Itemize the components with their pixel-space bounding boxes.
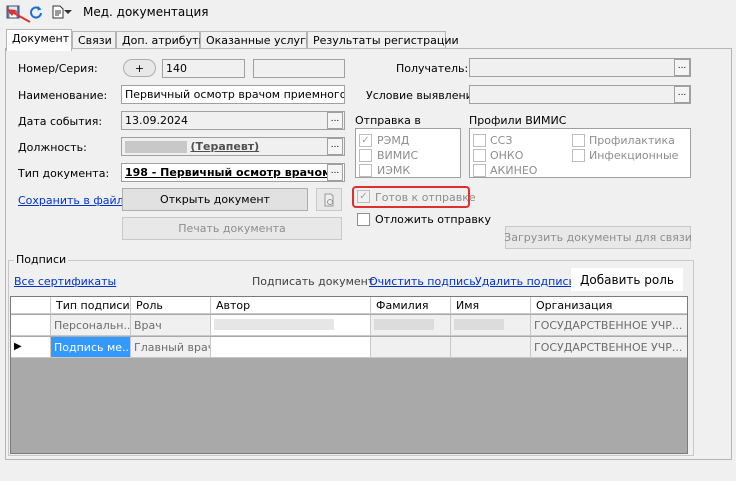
document-preview-icon [324,193,334,206]
clear-signature-link[interactable]: Очистить подпись [369,275,476,288]
sending-title: Отправка в [355,114,421,127]
table-row-2-surname[interactable] [371,337,451,358]
tab-document[interactable]: Документ [6,29,72,51]
infectious-label: Инфекционные [589,149,679,162]
onko-label: ОНКО [490,149,524,162]
ssz-checkbox[interactable] [473,134,486,147]
detection-condition-label: Условие выявления: [366,89,484,102]
column-header-type[interactable]: Тип подписи [51,297,131,314]
redacted-surname [374,319,434,330]
ready-to-send-label: Готов к отправке [375,191,476,204]
position-select-button[interactable]: ... [327,138,343,155]
redacted-author [214,319,334,330]
toolbar: Мед. документация [0,0,736,26]
row-header-corner [11,297,51,314]
iemk-label: ИЭМК [377,164,411,177]
recipient-field[interactable] [469,58,691,77]
prevention-checkbox[interactable] [572,134,585,147]
infectious-checkbox[interactable] [572,149,585,162]
remd-label: РЭМД [377,134,410,147]
open-document-button[interactable]: Открыть документ [122,188,308,211]
sign-document-action[interactable]: Подписать документ [252,275,374,288]
name-field[interactable]: Первичный осмотр врачом приемного отде [121,85,345,104]
postpone-label: Отложить отправку [375,213,491,226]
date-picker-button[interactable]: ... [327,112,343,129]
table-row-1-author[interactable] [211,315,371,336]
vimis-checkbox[interactable] [359,149,372,162]
number-field[interactable]: 140 [162,59,245,78]
doctype-field[interactable]: 198 - Первичный осмотр врачом п [121,163,345,182]
position-field[interactable]: (Терапевт) [121,137,345,156]
chevron-down-icon[interactable] [63,3,73,21]
name-label: Наименование: [18,89,108,102]
position-value: (Терапевт) [190,140,260,153]
table-row-2-organization[interactable]: ГОСУДАРСТВЕННОЕ УЧР... [531,337,687,358]
doctype-select-button[interactable]: ... [327,164,343,181]
date-label: Дата события: [18,115,103,128]
remd-checkbox[interactable]: ✓ [359,134,372,147]
load-documents-button[interactable]: Загрузить документы для связи [504,226,692,249]
recipient-label: Получатель: [396,62,469,75]
number-label: Номер/Серия: [18,62,98,75]
table-row-2-role[interactable]: Главный врач [131,337,211,358]
signatures-title: Подписи [14,253,69,266]
column-header-first-name[interactable]: Имя [451,297,531,314]
postpone-checkbox[interactable] [357,213,370,226]
table-row-1-surname[interactable] [371,315,451,336]
recipient-select-button[interactable]: ... [674,59,690,76]
column-header-role[interactable]: Роль [131,297,211,314]
print-document-button[interactable]: Печать документа [122,217,342,240]
vimis-profiles-title: Профили ВИМИС [469,114,567,127]
akineo-checkbox[interactable] [473,164,486,177]
print-preview-button[interactable] [316,188,342,211]
vimis-label: ВИМИС [377,149,419,162]
prevention-label: Профилактика [589,134,675,147]
red-arrow-annotation-icon [6,9,31,23]
detection-condition-select-button[interactable]: ... [674,86,690,103]
table-row-1-organization[interactable]: ГОСУДАРСТВЕННОЕ УЧР... [531,315,687,336]
delete-signature-link[interactable]: Удалить подпись [475,275,575,288]
doctype-label: Тип документа: [18,167,110,180]
column-header-author[interactable]: Автор [211,297,371,314]
add-role-button[interactable]: Добавить роль [571,268,683,291]
add-number-button[interactable]: + [123,59,156,77]
window-title: Мед. документация [83,5,209,19]
date-field[interactable]: 13.09.2024 [121,111,345,130]
table-row-2-type[interactable]: Подпись ме... [51,337,131,358]
column-header-organization[interactable]: Организация [531,297,687,314]
save-to-file-link[interactable]: Сохранить в файл [18,194,124,207]
signatures-table: Тип подписи Роль Автор Фамилия Имя Орган… [10,296,688,454]
iemk-checkbox[interactable] [359,164,372,177]
redacted-first-name [454,319,504,330]
series-field[interactable] [253,59,345,78]
table-row-2-first-name[interactable] [451,337,531,358]
table-row-1-first-name[interactable] [451,315,531,336]
current-row-indicator[interactable]: ▶ [11,337,51,358]
all-certificates-link[interactable]: Все сертификаты [14,275,116,288]
ready-to-send-checkbox[interactable]: ✓ [357,190,370,203]
column-header-surname[interactable]: Фамилия [371,297,451,314]
redacted-name [125,141,187,153]
table-row-1-role[interactable]: Врач [131,315,211,336]
table-row-1-type[interactable]: Персональн... [51,315,131,336]
table-row-2-author[interactable] [211,337,371,358]
row-header[interactable] [11,315,51,336]
position-label: Должность: [18,141,87,154]
ssz-label: ССЗ [490,134,513,147]
onko-checkbox[interactable] [473,149,486,162]
detection-condition-field[interactable] [469,85,691,104]
akineo-label: АКИНЕО [490,164,538,177]
